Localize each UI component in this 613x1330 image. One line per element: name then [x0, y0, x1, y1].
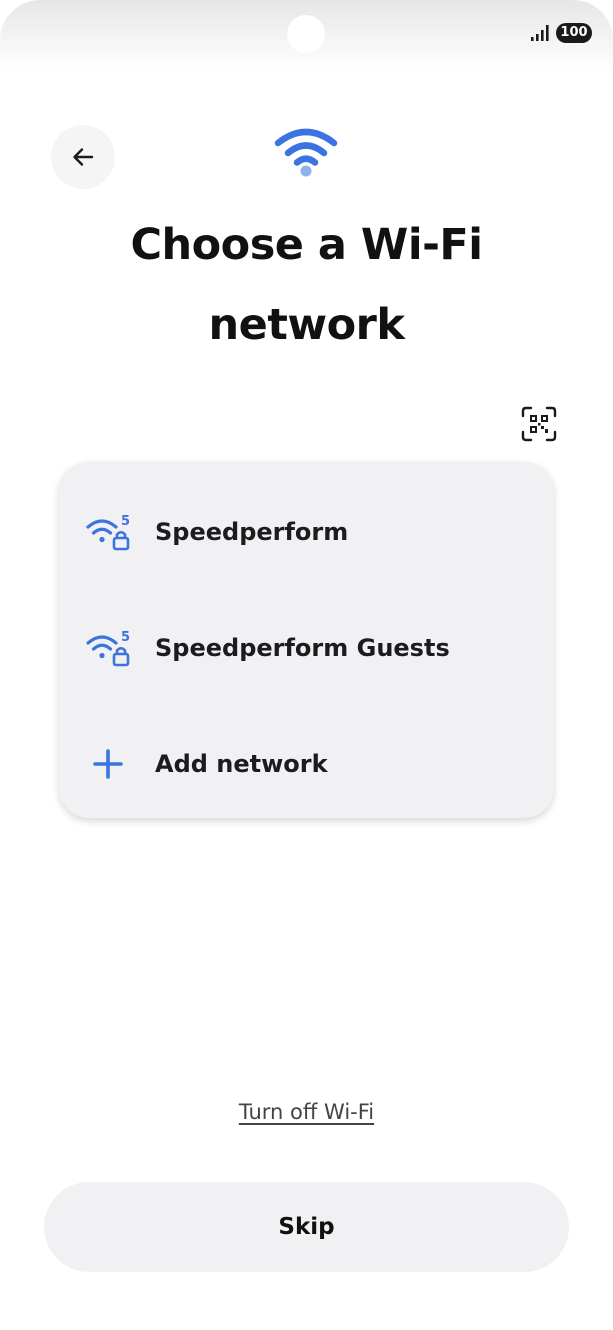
camera-cutout: [287, 15, 325, 53]
cellular-signal-icon: [531, 25, 549, 41]
wifi-icon: [274, 128, 338, 177]
add-network-label: Add network: [155, 750, 328, 778]
status-bar: 100: [0, 0, 613, 70]
arrow-left-icon: [73, 148, 94, 166]
qr-scan-button[interactable]: [518, 403, 560, 445]
turn-off-wifi-link[interactable]: Turn off Wi-Fi: [0, 1100, 613, 1124]
skip-button[interactable]: Skip: [44, 1182, 569, 1272]
network-list: 5 Speedperform 5 Speedperform Guests Add…: [59, 462, 554, 818]
network-name: Speedperform: [155, 518, 349, 546]
add-network-button[interactable]: Add network: [59, 706, 554, 818]
svg-text:5: 5: [121, 514, 130, 529]
page-title: Choose a Wi-Fi network: [130, 220, 483, 350]
svg-text:5: 5: [121, 630, 130, 645]
network-item-speedperform-guests[interactable]: 5 Speedperform Guests: [59, 590, 554, 706]
wifi-5ghz-locked-icon: 5: [86, 514, 130, 551]
battery-level: 100: [556, 23, 592, 43]
wifi-5ghz-locked-icon: 5: [86, 630, 130, 667]
wifi-setup-screen: 100 Choose a Wi-Fi network 5 Speedperfor…: [0, 0, 613, 1330]
qr-code-scan-icon: [521, 406, 557, 442]
network-name: Speedperform Guests: [155, 634, 450, 662]
back-button[interactable]: [51, 125, 115, 189]
plus-icon: [93, 749, 123, 779]
network-item-speedperform[interactable]: 5 Speedperform: [59, 474, 554, 590]
